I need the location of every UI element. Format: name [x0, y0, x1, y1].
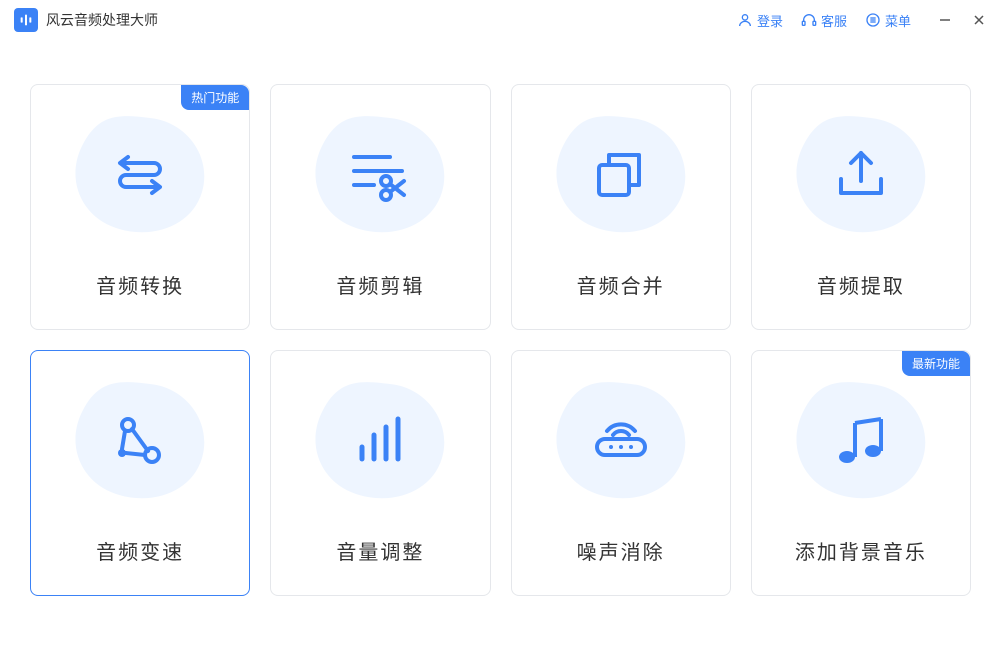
feature-label: 音频合并	[577, 270, 665, 299]
app-logo	[14, 8, 38, 32]
menu-label: 菜单	[885, 11, 911, 30]
bgm-icon	[791, 376, 931, 506]
minimize-button[interactable]	[937, 12, 953, 28]
merge-icon	[551, 110, 691, 240]
app-title: 风云音频处理大师	[46, 10, 158, 30]
support-button[interactable]: 客服	[801, 11, 847, 30]
feature-card-volume[interactable]: 音量调整	[270, 350, 490, 596]
feature-card-bgm[interactable]: 最新功能添加背景音乐	[751, 350, 971, 596]
feature-card-noise[interactable]: 噪声消除	[511, 350, 731, 596]
feature-card-speed[interactable]: 音频变速	[30, 350, 250, 596]
titlebar-left: 风云音频处理大师	[14, 8, 158, 32]
feature-grid: 热门功能音频转换音频剪辑音频合并音频提取音频变速音量调整噪声消除最新功能添加背景…	[30, 84, 971, 596]
titlebar-right: 登录 客服 菜单	[737, 11, 987, 30]
feature-label: 音量调整	[336, 536, 424, 565]
menu-icon	[865, 12, 881, 28]
user-icon	[737, 12, 753, 28]
titlebar: 风云音频处理大师 登录 客服 菜单	[0, 0, 1001, 40]
volume-icon	[310, 376, 450, 506]
close-button[interactable]	[971, 12, 987, 28]
login-button[interactable]: 登录	[737, 11, 783, 30]
feature-label: 音频剪辑	[336, 270, 424, 299]
feature-label: 音频提取	[817, 270, 905, 299]
feature-card-extract[interactable]: 音频提取	[751, 84, 971, 330]
menu-button[interactable]: 菜单	[865, 11, 911, 30]
feature-card-merge[interactable]: 音频合并	[511, 84, 731, 330]
headset-icon	[801, 12, 817, 28]
sound-bars-icon	[18, 12, 34, 28]
feature-badge: 热门功能	[181, 85, 249, 110]
minimize-icon	[938, 13, 952, 27]
content: 热门功能音频转换音频剪辑音频合并音频提取音频变速音量调整噪声消除最新功能添加背景…	[0, 40, 1001, 616]
feature-card-cut[interactable]: 音频剪辑	[270, 84, 490, 330]
cut-icon	[310, 110, 450, 240]
feature-label: 添加背景音乐	[795, 536, 927, 565]
convert-icon	[70, 110, 210, 240]
speed-icon	[70, 376, 210, 506]
feature-label: 音频转换	[96, 270, 184, 299]
extract-icon	[791, 110, 931, 240]
feature-label: 噪声消除	[577, 536, 665, 565]
window-controls	[937, 12, 987, 28]
feature-card-convert[interactable]: 热门功能音频转换	[30, 84, 250, 330]
close-icon	[972, 13, 986, 27]
login-label: 登录	[757, 11, 783, 30]
feature-label: 音频变速	[96, 536, 184, 565]
support-label: 客服	[821, 11, 847, 30]
feature-badge: 最新功能	[902, 351, 970, 376]
noise-icon	[551, 376, 691, 506]
